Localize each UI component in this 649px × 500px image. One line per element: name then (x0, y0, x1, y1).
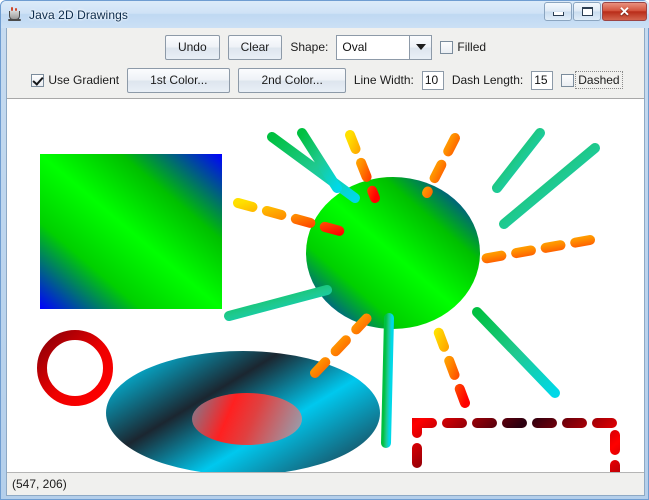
minimize-icon (553, 12, 564, 16)
drawing-canvas[interactable] (7, 99, 644, 472)
use-gradient-checkbox-box (31, 74, 44, 87)
toolbar-row-top: Undo Clear Shape: Oval Filled (7, 32, 644, 62)
ray-solid-ne (497, 133, 540, 188)
line-width-label: Line Width: (354, 73, 414, 87)
minimize-button[interactable] (544, 2, 572, 21)
dash-length-input[interactable]: 15 (531, 71, 553, 90)
filled-checkbox-box (440, 41, 453, 54)
first-color-button[interactable]: 1st Color... (127, 68, 230, 93)
use-gradient-checkbox[interactable]: Use Gradient (31, 73, 119, 87)
maximize-button[interactable] (573, 2, 601, 21)
close-button[interactable]: ✕ (602, 2, 647, 21)
window-title: Java 2D Drawings (29, 8, 128, 22)
red-ring (42, 335, 108, 401)
dashed-checkbox[interactable]: Dashed (561, 73, 619, 87)
shape-select-value: Oval (337, 36, 409, 59)
clear-button[interactable]: Clear (228, 35, 283, 60)
dashed-checkbox-box (561, 74, 574, 87)
toolbar-row-bottom: Use Gradient 1st Color... 2nd Color... L… (7, 65, 644, 95)
ray-dashed-e (477, 240, 590, 260)
shape-select[interactable]: Oval (336, 35, 432, 60)
ray-solid-s (386, 318, 389, 443)
chevron-down-icon[interactable] (409, 36, 431, 59)
dashed-checkbox-label: Dashed (575, 71, 622, 89)
client-area: Undo Clear Shape: Oval Filled Use Gradie… (6, 28, 645, 496)
filled-checkbox[interactable]: Filled (440, 40, 486, 54)
ray-solid-se (477, 312, 555, 393)
status-bar: (547, 206) (7, 472, 644, 495)
close-icon: ✕ (619, 5, 630, 18)
maximize-icon (582, 7, 593, 16)
filled-checkbox-label: Filled (457, 40, 486, 54)
inner-red-oval (192, 393, 302, 445)
line-width-input[interactable]: 10 (422, 71, 444, 90)
ray-dashed-sw (315, 318, 367, 373)
java-coffee-cup-icon (7, 7, 23, 23)
dash-length-label: Dash Length: (452, 73, 523, 87)
ray-dashed-s (437, 328, 465, 403)
use-gradient-checkbox-label: Use Gradient (48, 73, 119, 87)
dashed-rectangle (417, 423, 615, 472)
application-window: Java 2D Drawings ✕ Undo Clear Shape: Ova… (0, 0, 649, 500)
toolbar-panel: Undo Clear Shape: Oval Filled Use Gradie… (7, 28, 644, 99)
undo-button[interactable]: Undo (165, 35, 220, 60)
gradient-square (40, 154, 222, 309)
ray-solid-w (229, 290, 327, 316)
shape-label: Shape: (290, 40, 328, 54)
mouse-coordinates: (547, 206) (7, 477, 67, 491)
second-color-button[interactable]: 2nd Color... (238, 68, 345, 93)
canvas-surface[interactable] (7, 99, 644, 472)
title-bar[interactable]: Java 2D Drawings ✕ (1, 1, 649, 28)
window-controls: ✕ (544, 2, 647, 21)
center-oval (306, 177, 480, 329)
